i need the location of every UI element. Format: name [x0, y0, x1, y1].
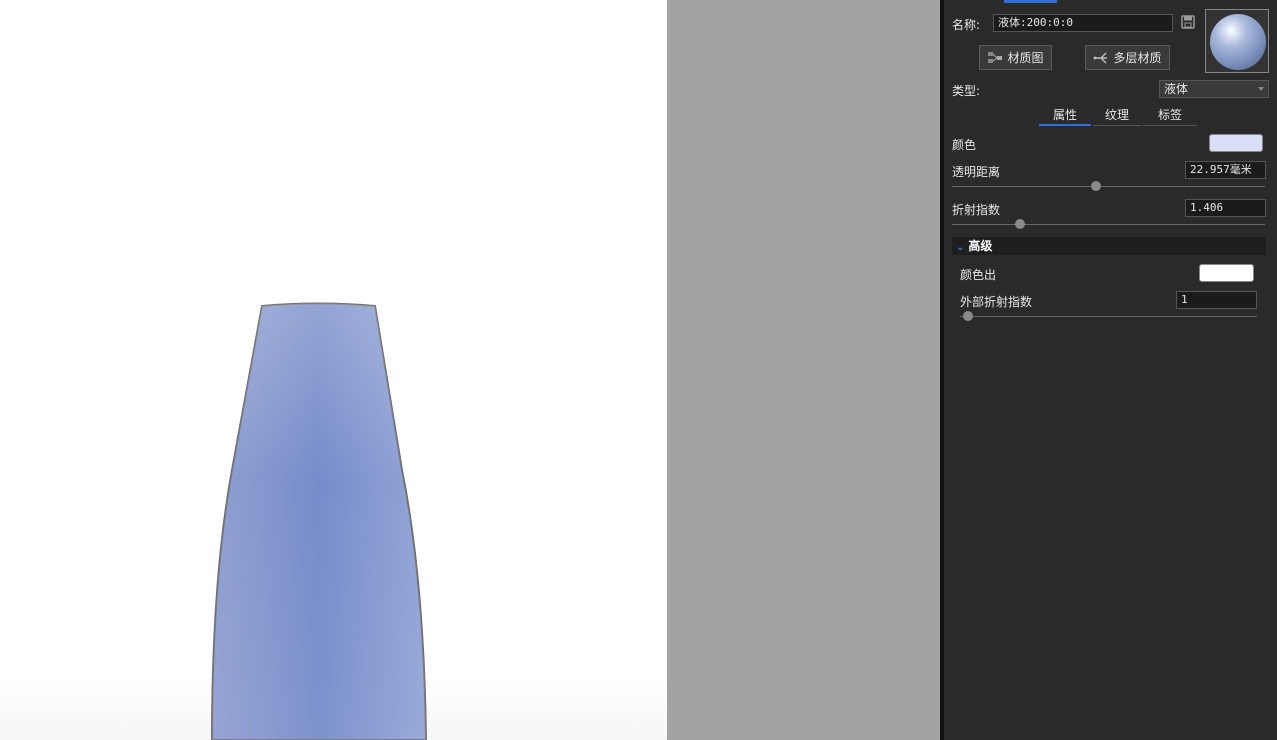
viewport-gutter	[667, 0, 940, 740]
material-graph-label: 材质图	[1007, 51, 1044, 65]
type-label: 类型:	[952, 84, 981, 98]
transparency-slider-track[interactable]	[952, 186, 1265, 187]
transparency-field[interactable]: 22.957毫米	[1185, 161, 1266, 179]
color-swatch[interactable]	[1209, 134, 1263, 152]
ior-field[interactable]: 1.406	[1185, 199, 1266, 217]
name-label: 名称:	[952, 18, 981, 32]
multi-layer-button[interactable]: 多层材质	[1085, 45, 1170, 70]
ior-label: 折射指数	[952, 203, 1001, 217]
transparency-slider-thumb[interactable]	[1091, 181, 1101, 191]
color-out-label: 颜色出	[960, 268, 997, 282]
chevron-down-icon	[1258, 87, 1264, 91]
tab-textures[interactable]: 纹理	[1093, 106, 1141, 126]
material-preview[interactable]	[1205, 9, 1269, 73]
save-icon[interactable]	[1181, 15, 1195, 29]
top-tab-indicator	[1004, 0, 1057, 3]
multi-layer-icon	[1093, 51, 1108, 64]
ior-slider-track[interactable]	[952, 224, 1265, 225]
outer-ior-field[interactable]: 1	[1176, 291, 1257, 309]
material-graph-icon	[988, 51, 1003, 63]
tab-labels[interactable]: 标签	[1143, 106, 1197, 126]
outer-ior-slider-track[interactable]	[960, 316, 1257, 317]
chevron-down-icon: ⌄	[956, 242, 965, 253]
advanced-header-label: 高级	[968, 239, 993, 253]
ior-slider-thumb[interactable]	[1015, 219, 1025, 229]
multi-layer-label: 多层材质	[1113, 51, 1162, 65]
outer-ior-slider-thumb[interactable]	[963, 311, 973, 321]
material-graph-button[interactable]: 材质图	[979, 45, 1052, 70]
transparency-label: 透明距离	[952, 165, 1001, 179]
type-select-value: 液体	[1164, 82, 1189, 96]
outer-ior-label: 外部折射指数	[960, 295, 1033, 309]
advanced-section-header[interactable]: ⌄ 高级	[952, 237, 1266, 255]
name-field[interactable]: 液体:200:0:0	[993, 14, 1173, 32]
type-select[interactable]: 液体	[1159, 80, 1269, 98]
render-viewport[interactable]	[0, 0, 667, 740]
material-properties-panel: 名称: 液体:200:0:0 材质图 多层材质 类型: 液体 属性 纹理 标签 …	[944, 0, 1277, 740]
tab-properties[interactable]: 属性	[1039, 106, 1091, 126]
color-out-swatch[interactable]	[1199, 264, 1254, 282]
preview-sphere	[1210, 14, 1266, 70]
liquid-render	[210, 302, 428, 740]
color-label: 颜色	[952, 138, 977, 152]
